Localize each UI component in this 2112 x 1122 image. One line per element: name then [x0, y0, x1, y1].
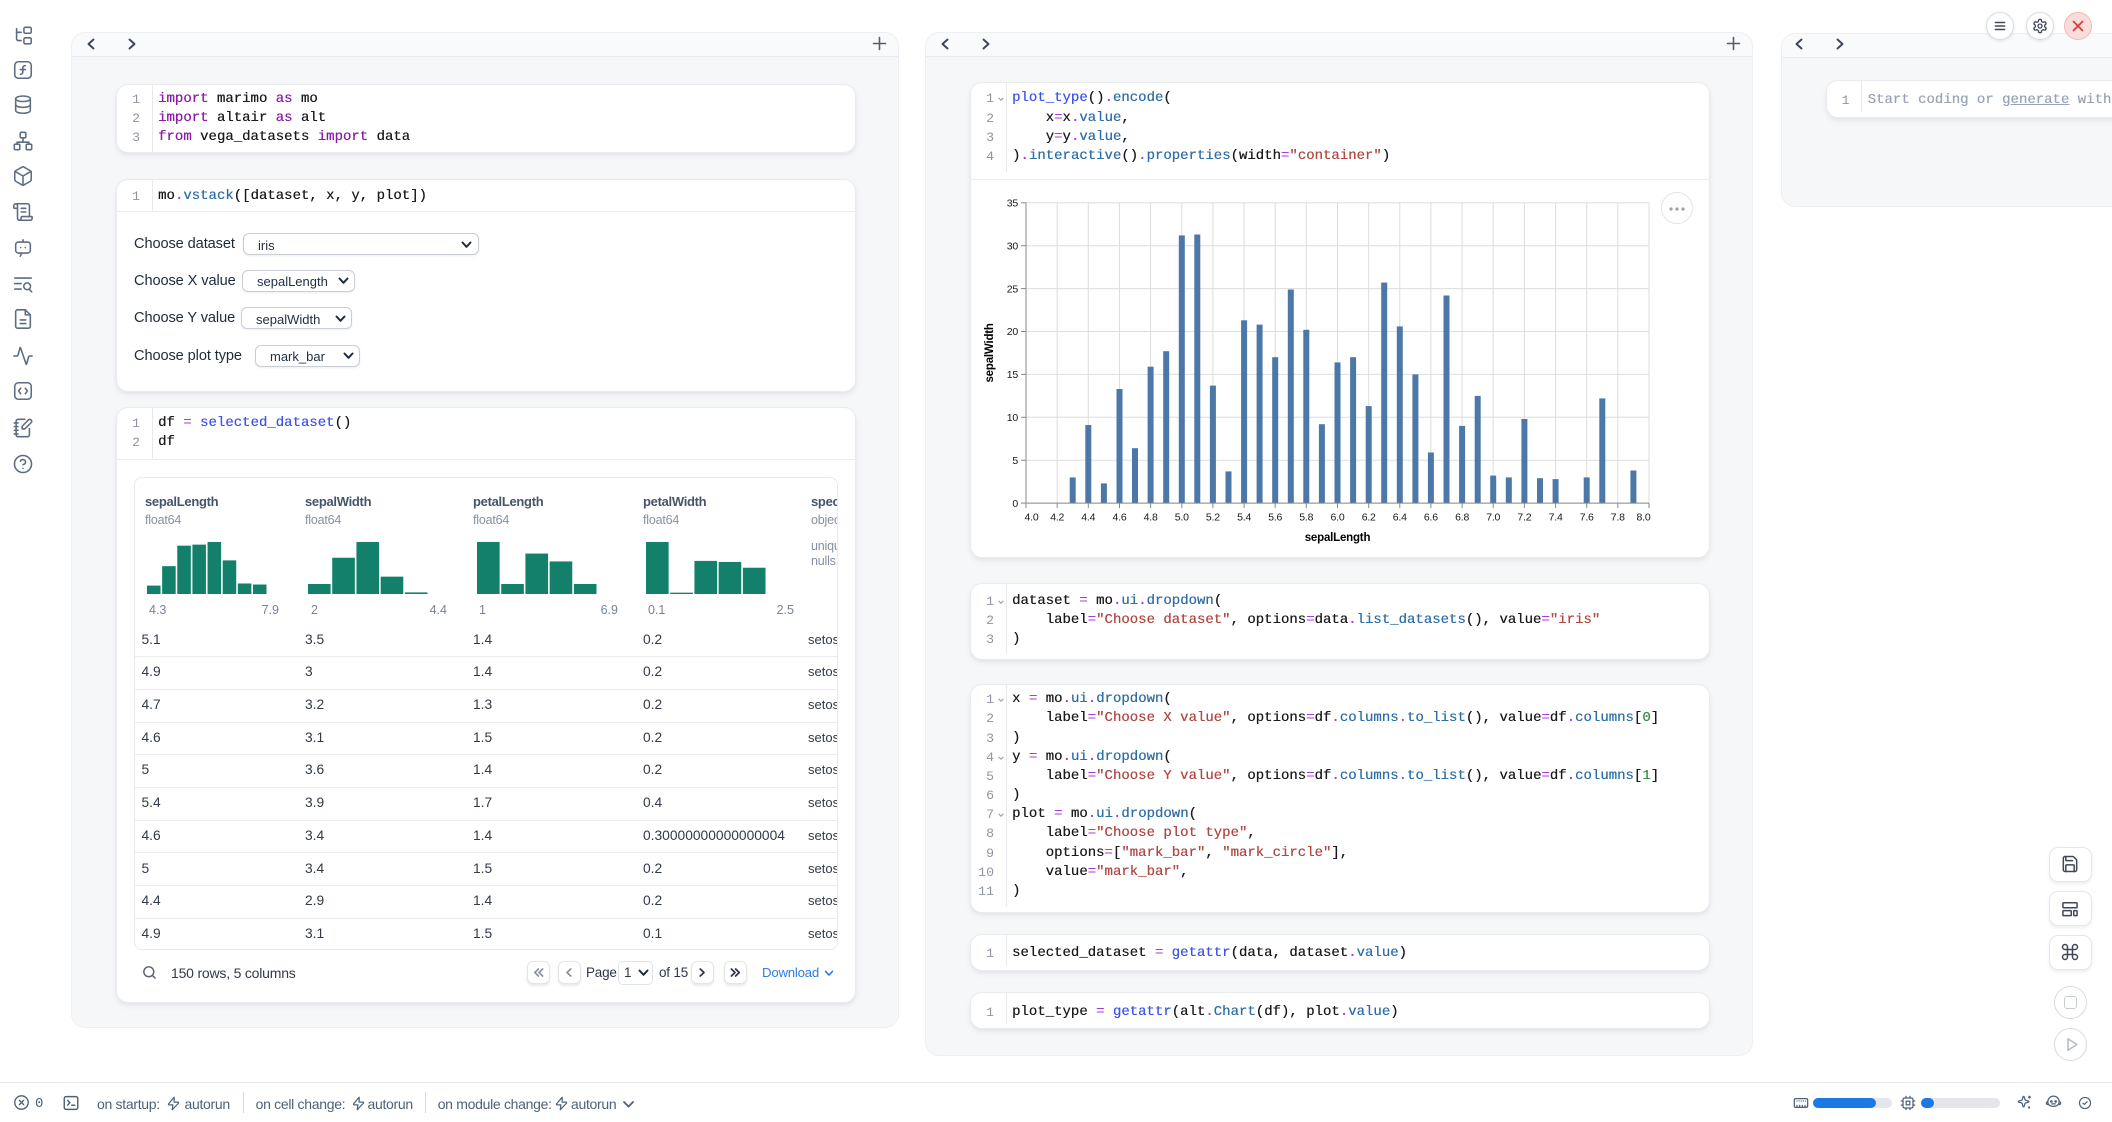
svg-text:30: 30	[1007, 241, 1019, 253]
svg-text:7.0: 7.0	[1486, 512, 1500, 524]
svg-text:8.0: 8.0	[1637, 512, 1651, 524]
svg-text:7.6: 7.6	[1580, 512, 1594, 524]
svg-text:10: 10	[1007, 412, 1019, 424]
svg-text:4.4: 4.4	[1081, 512, 1095, 524]
svg-text:4.8: 4.8	[1144, 512, 1158, 524]
svg-text:5.8: 5.8	[1299, 512, 1313, 524]
svg-text:5.0: 5.0	[1175, 512, 1189, 524]
svg-text:5.4: 5.4	[1237, 512, 1251, 524]
svg-text:6.6: 6.6	[1424, 512, 1438, 524]
svg-text:5.6: 5.6	[1268, 512, 1282, 524]
svg-text:6.2: 6.2	[1362, 512, 1376, 524]
svg-text:7.2: 7.2	[1517, 512, 1531, 524]
svg-text:20: 20	[1007, 326, 1019, 338]
svg-text:4.0: 4.0	[1025, 512, 1039, 524]
svg-text:4.6: 4.6	[1113, 512, 1127, 524]
svg-text:5.2: 5.2	[1206, 512, 1220, 524]
svg-text:0: 0	[1012, 498, 1018, 510]
svg-text:6.8: 6.8	[1455, 512, 1469, 524]
svg-text:sepalLength: sepalLength	[1305, 532, 1371, 544]
svg-text:7.4: 7.4	[1549, 512, 1563, 524]
svg-text:5: 5	[1012, 455, 1018, 467]
svg-text:sepalWidth: sepalWidth	[984, 323, 996, 382]
svg-text:35: 35	[1007, 198, 1019, 210]
svg-text:25: 25	[1007, 283, 1019, 295]
svg-text:7.8: 7.8	[1611, 512, 1625, 524]
svg-text:15: 15	[1007, 369, 1019, 381]
svg-text:6.4: 6.4	[1393, 512, 1407, 524]
svg-text:4.2: 4.2	[1050, 512, 1064, 524]
svg-text:6.0: 6.0	[1331, 512, 1345, 524]
